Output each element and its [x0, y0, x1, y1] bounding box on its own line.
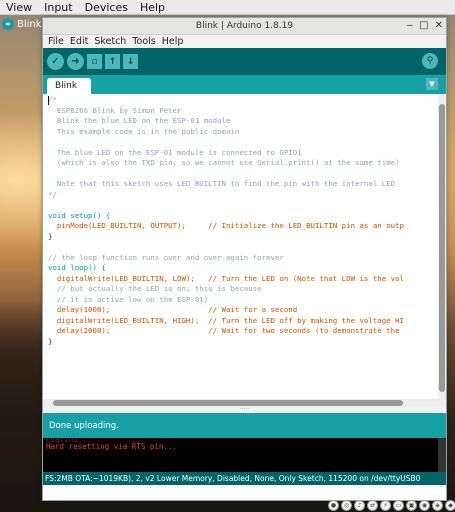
code-line: The blue LED on the ESP-01 module is con…	[48, 147, 302, 157]
code-line: }	[48, 231, 53, 241]
menu-help[interactable]: Help	[159, 36, 187, 47]
system-menu-view[interactable]: View	[0, 1, 38, 14]
code-line: Note that this sketch uses LED_BUILTIN t…	[48, 179, 396, 188]
menu-tools[interactable]: Tools	[129, 36, 158, 47]
minimize-icon[interactable]: ‒	[407, 20, 413, 31]
window-titlebar[interactable]: Blink | Arduino 1.8.19 ‒ □ ✕	[43, 18, 446, 35]
close-icon[interactable]: ✕	[435, 20, 443, 31]
system-menu-input[interactable]: Input	[38, 1, 78, 14]
status-message: Done uploading.	[49, 420, 119, 431]
console-scrollbar[interactable]	[438, 438, 446, 472]
code-line: void setup() {	[48, 210, 111, 220]
system-menu-help[interactable]: Help	[134, 1, 171, 14]
display-icon[interactable]: ▣	[406, 500, 417, 511]
code-line: void loop() {	[48, 263, 106, 272]
system-menu-devices[interactable]: Devices	[79, 1, 134, 14]
window-title: Blink | Arduino 1.8.19	[195, 21, 294, 31]
app-menubar: File Edit Sketch Tools Help	[43, 35, 446, 48]
status-bar: Done uploading.	[43, 413, 446, 438]
menu-edit[interactable]: Edit	[67, 36, 91, 47]
tab-menu-icon[interactable]: ▼	[426, 78, 438, 90]
tab-blink[interactable]: Blink	[47, 78, 91, 94]
taskbar-item-blink[interactable]: ∞ Blink	[2, 16, 42, 32]
network-icon[interactable]: ⇄	[367, 500, 378, 511]
console-line: Hard resetting via RTS pin...	[46, 442, 177, 451]
arduino-icon: ∞	[2, 18, 14, 30]
board-info-bar: FS:2MB OTA:~1019KB), 2, v2 Lower Memory,…	[43, 472, 446, 485]
hdd-icon[interactable]: ●	[328, 500, 339, 511]
upload-icon[interactable]: ➜	[67, 53, 84, 70]
arduino-window: Blink | Arduino 1.8.19 ‒ □ ✕ File Edit S…	[42, 17, 447, 501]
optical-drive-icon[interactable]: ◎	[341, 500, 352, 511]
code-line: // but actually the LED is on; this is b…	[48, 284, 262, 293]
console-output[interactable]: Leaving... Hard resetting via RTS pin...	[43, 438, 446, 472]
tab-bar: Blink ▼	[43, 75, 446, 94]
code-line: Blink the blue LED on the ESP-01 module	[48, 116, 231, 125]
code-editor[interactable]: /* ESP8266 Blink by Simon Peter Blink th…	[43, 94, 446, 407]
code-line: pinMode(LED_BUILTIN, OUTPUT); // Initial…	[48, 221, 404, 230]
new-icon[interactable]: ▫	[87, 54, 102, 69]
console-line: Leaving...	[46, 438, 446, 442]
system-tray: ● ◎ ♪ ⇄ ⚡ ▭ ▣ ◉ ◈ ◆	[328, 500, 455, 512]
code-line: // the loop function runs over and over …	[48, 252, 284, 262]
editor-horizontal-scrollbar[interactable]	[43, 399, 438, 407]
taskbar-item-label: Blink	[17, 18, 42, 30]
serial-monitor-icon[interactable]: ⚲	[422, 53, 438, 69]
code-line: // it is active low on the ESP-01)	[48, 294, 209, 304]
shared-folder-icon[interactable]: ▭	[393, 500, 404, 511]
editor-vertical-scrollbar[interactable]	[438, 94, 446, 407]
capture-icon[interactable]: ◉	[419, 500, 430, 511]
mouse-integration-icon[interactable]: ◆	[445, 500, 455, 511]
code-line: This example code is in the public domai…	[48, 126, 240, 136]
code-line: ESP8266 Blink by Simon Peter	[48, 105, 182, 115]
code-line: /*	[48, 95, 57, 104]
code-line: digitalWrite(LED_BUILTIN, HIGH); // Turn…	[48, 315, 404, 325]
code-line: delay(1000); // Wait for a second	[48, 305, 298, 314]
audio-icon[interactable]: ♪	[354, 500, 365, 511]
board-info: FS:2MB OTA:~1019KB), 2, v2 Lower Memory,…	[45, 474, 421, 483]
code-text: /* ESP8266 Blink by Simon Peter Blink th…	[45, 95, 436, 347]
open-icon[interactable]: ↑	[105, 54, 120, 69]
toolbar: ✓ ➜ ▫ ↑ ↓ ⚲	[43, 48, 446, 75]
maximize-icon[interactable]: □	[419, 20, 428, 31]
menu-file[interactable]: File	[45, 36, 67, 47]
window-controls: ‒ □ ✕	[407, 20, 443, 31]
code-line: }	[48, 336, 53, 346]
code-line: */	[48, 189, 57, 199]
save-icon[interactable]: ↓	[123, 54, 138, 69]
verify-icon[interactable]: ✓	[47, 53, 64, 70]
scroll-thumb[interactable]	[439, 104, 445, 392]
code-line: (which is also the TXD pin; so we cannot…	[48, 158, 400, 167]
usb-icon[interactable]: ⚡	[380, 500, 391, 511]
scroll-thumb[interactable]	[53, 400, 403, 406]
code-line: delay(2000); // Wait for two seconds (to…	[48, 326, 400, 335]
cpu-icon[interactable]: ◈	[432, 500, 443, 511]
system-menubar: View Input Devices Help	[0, 0, 455, 15]
menu-sketch[interactable]: Sketch	[91, 36, 129, 47]
code-line: digitalWrite(LED_BUILTIN, LOW); // Turn …	[48, 273, 404, 283]
